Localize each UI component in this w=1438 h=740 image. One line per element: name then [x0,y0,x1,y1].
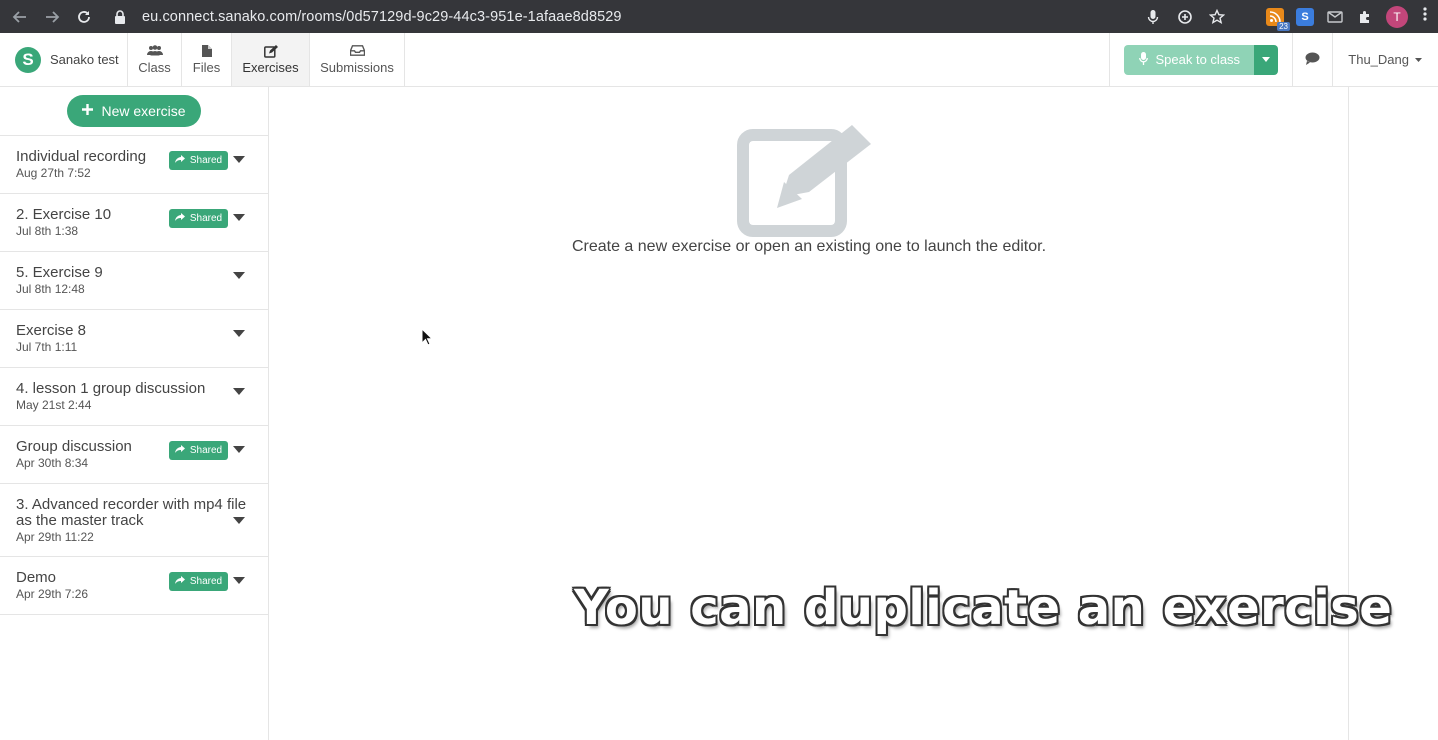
shared-label: Shared [189,155,223,166]
exercise-title: 4. lesson 1 group discussion [16,380,206,397]
editor-message: Create a new exercise or open an existin… [571,238,1047,255]
tab-exercises-label: Exercises [242,59,299,75]
shared-label: Shared [189,213,223,224]
exercise-title: 3. Advanced recorder with mp4 file as th… [16,496,247,529]
tab-submissions[interactable]: Submissions [310,33,405,86]
rss-extension-icon[interactable]: 23 [1266,7,1290,31]
exercise-menu-caret-icon[interactable] [233,446,245,453]
exercise-list-item[interactable]: Exercise 8 Jul 7th 1:11 [0,310,268,368]
video-caption: You can duplicate an exercise [574,580,1393,636]
exercise-date: Aug 27th 7:52 [16,166,91,180]
mail-extension-icon[interactable] [1326,8,1344,26]
exercise-list-item[interactable]: 2. Exercise 10 Jul 8th 1:38 Shared [0,194,268,252]
exercise-list-item[interactable]: 3. Advanced recorder with mp4 file as th… [0,484,268,557]
reload-icon[interactable] [72,5,96,29]
chat-button[interactable] [1293,33,1334,86]
room-name: Sanako test [50,52,119,67]
exercise-list: Individual recording Aug 27th 7:52 Shared 2… [0,136,268,615]
exercise-list-item[interactable]: 4. lesson 1 group discussion May 21st 2:4… [0,368,268,426]
url-text: eu.connect.sanako.com/rooms/0d57129d-9c2… [142,8,622,25]
file-icon [201,44,212,59]
user-name: Thu_Dang [1348,52,1409,67]
more-menu-icon[interactable] [1420,6,1430,27]
mouse-cursor-icon [421,327,434,351]
shared-badge: Shared [169,572,228,591]
exercise-menu-caret-icon[interactable] [233,388,245,395]
exercise-date: Jul 7th 1:11 [16,340,78,354]
profile-avatar[interactable]: T [1386,5,1408,28]
share-icon [174,155,185,166]
edit-icon [263,44,278,59]
exercise-date: May 21st 2:44 [16,398,92,412]
exercise-date: Jul 8th 12:48 [16,282,85,296]
tab-files[interactable]: Files [182,33,232,86]
shared-label: Shared [189,445,223,456]
microphone-icon [1138,51,1148,68]
tab-exercises[interactable]: Exercises [232,33,310,86]
puzzle-icon[interactable] [1356,8,1374,26]
s-extension-icon[interactable]: S [1296,7,1314,26]
zoom-icon[interactable] [1176,8,1194,26]
exercise-title: Exercise 8 [16,322,87,339]
tab-class-label: Class [138,59,171,75]
tab-files-label: Files [192,59,221,75]
chevron-down-icon [1415,55,1422,64]
app-header: S Sanako test Class Files Exercises Subm… [0,33,1438,87]
exercise-title: 5. Exercise 9 [16,264,103,281]
shared-badge: Shared [169,151,228,170]
exercise-date: Apr 29th 7:26 [16,587,89,601]
exercise-sidebar: New exercise Individual recording Aug 27t… [0,87,269,740]
forward-icon[interactable] [40,5,64,29]
new-exercise-label: New exercise [101,103,186,119]
exercise-list-item[interactable]: 5. Exercise 9 Jul 8th 12:48 [0,252,268,310]
exercise-date: Jul 8th 1:38 [16,224,79,238]
tab-submissions-label: Submissions [320,59,394,75]
edit-icon [737,115,877,244]
shared-label: Shared [189,576,223,587]
exercise-date: Apr 29th 11:22 [16,530,94,544]
exercise-menu-caret-icon[interactable] [233,272,245,279]
users-icon [146,44,163,59]
inbox-icon [349,44,365,59]
exercise-menu-caret-icon[interactable] [233,156,245,163]
shared-badge: Shared [169,209,228,228]
lock-icon [114,9,128,24]
browser-toolbar: eu.connect.sanako.com/rooms/0d57129d-9c2… [0,0,1438,33]
sanako-logo-icon: S [15,46,41,73]
room-home-link[interactable]: S Sanako test [0,33,128,86]
speak-to-class-button[interactable]: Speak to class [1124,44,1255,75]
new-exercise-button[interactable]: New exercise [67,95,201,127]
exercise-list-item[interactable]: Demo Apr 29th 7:26 Shared [0,557,268,615]
share-icon [174,445,185,456]
address-bar[interactable]: eu.connect.sanako.com/rooms/0d57129d-9c2… [108,4,1238,29]
exercise-list-item[interactable]: Individual recording Aug 27th 7:52 Shared [0,136,268,194]
share-icon [174,213,185,224]
exercise-menu-caret-icon[interactable] [233,577,245,584]
plus-icon [82,103,94,119]
exercise-list-item[interactable]: Group discussion Apr 30th 8:34 Shared [0,426,268,484]
extension-badge: 23 [1277,21,1290,31]
star-icon[interactable] [1208,8,1226,26]
tab-class[interactable]: Class [128,33,182,86]
share-icon [174,576,185,587]
chat-icon [1305,52,1320,68]
exercise-date: Apr 30th 8:34 [16,456,89,470]
exercise-menu-caret-icon[interactable] [233,214,245,221]
back-icon[interactable] [8,5,32,29]
user-menu[interactable]: Thu_Dang [1333,52,1438,67]
microphone-icon[interactable] [1144,8,1162,26]
speak-to-class-label: Speak to class [1155,52,1241,67]
exercise-menu-caret-icon[interactable] [233,330,245,337]
editor-placeholder: Create a new exercise or open an existin… [269,87,1392,740]
exercise-menu-caret-icon[interactable] [233,517,245,524]
speak-options-dropdown[interactable] [1254,44,1279,75]
shared-badge: Shared [169,441,228,460]
